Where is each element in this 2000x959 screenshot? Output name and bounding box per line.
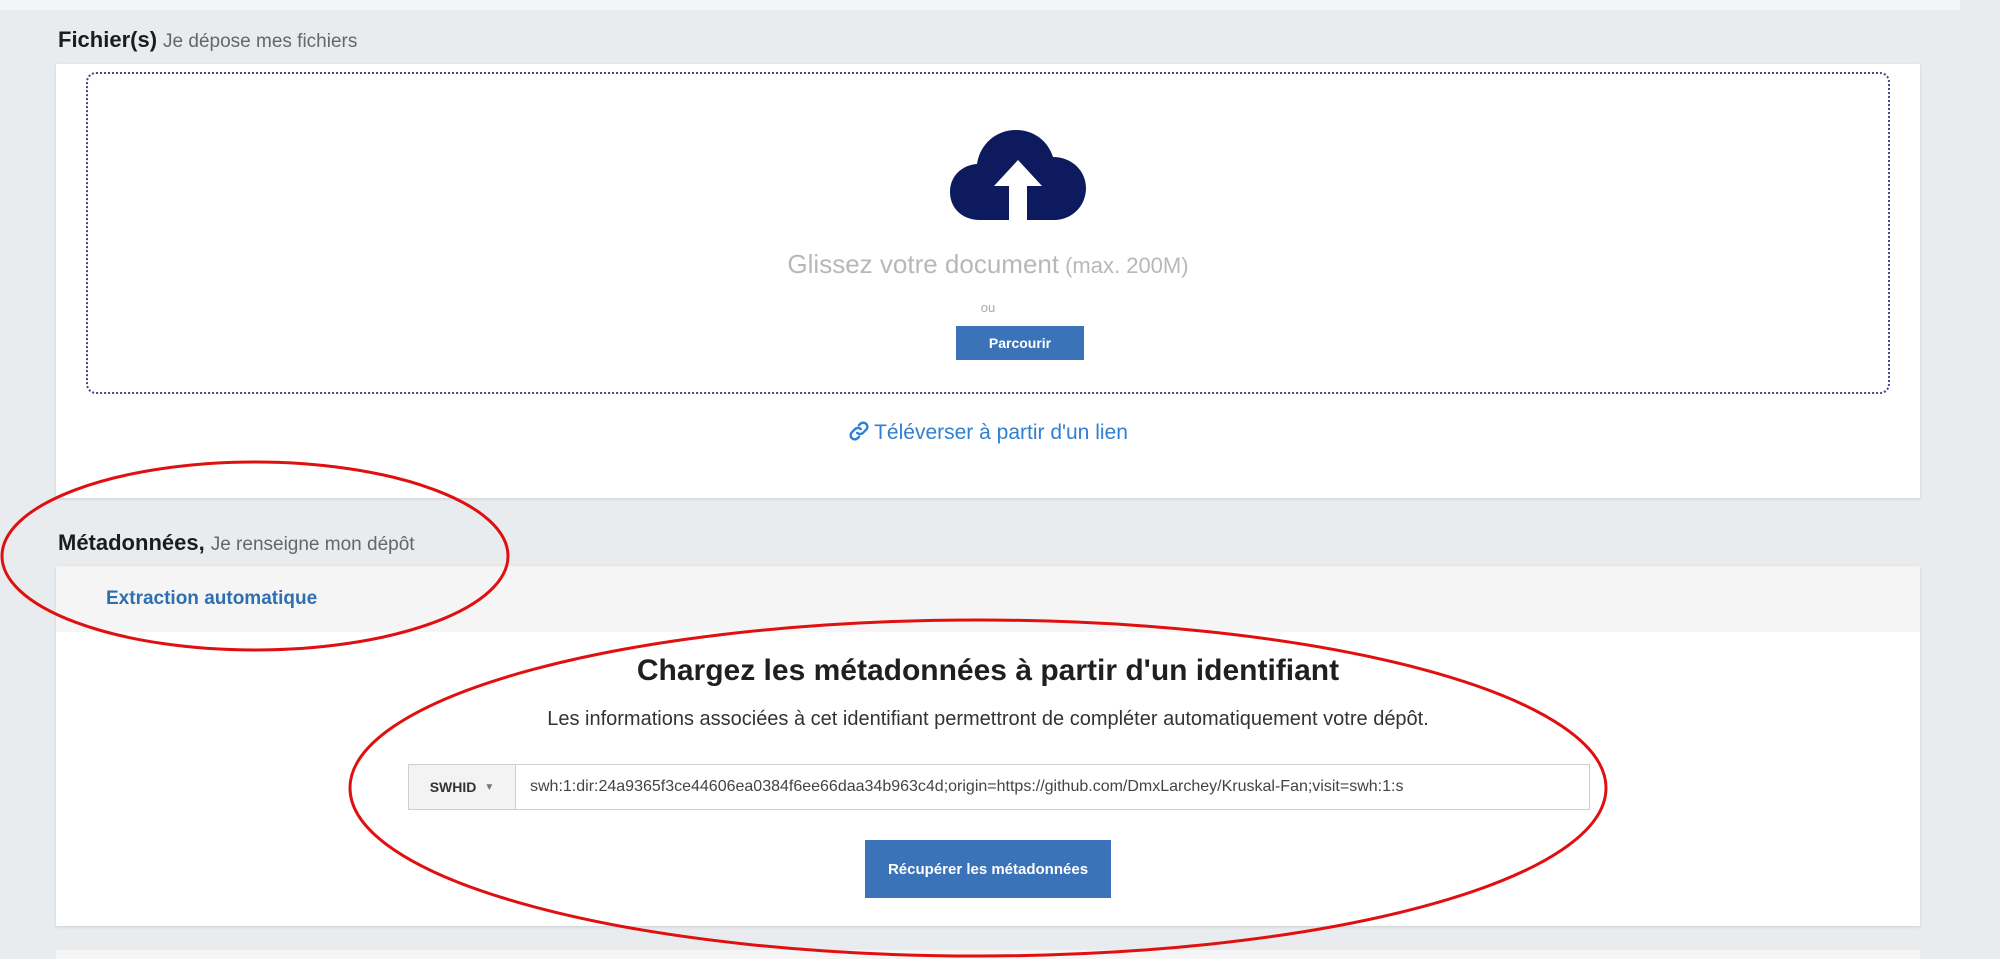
upload-from-link[interactable]: Téléverser à partir d'un lien <box>56 420 1920 445</box>
upload-link-label: Téléverser à partir d'un lien <box>874 421 1128 444</box>
next-card-edge <box>56 950 1920 959</box>
files-title: Fichier(s) <box>58 27 158 52</box>
browse-button[interactable]: Parcourir <box>956 326 1084 360</box>
drop-max-size: (max. 200M) <box>1065 253 1189 278</box>
identifier-input[interactable] <box>516 765 1589 809</box>
link-icon <box>849 421 869 441</box>
files-section-heading: Fichier(s) Je dépose mes fichiers <box>58 27 357 53</box>
metadata-title: Métadonnées, <box>58 530 205 555</box>
metadata-tabbar: Extraction automatique <box>56 566 1920 632</box>
or-separator: ou <box>980 300 996 315</box>
fetch-metadata-button[interactable]: Récupérer les métadonnées <box>865 840 1111 898</box>
metadata-card: Extraction automatique Chargez les métad… <box>56 566 1920 926</box>
file-dropzone[interactable]: Glissez votre document (max. 200M) ou Par… <box>86 72 1890 394</box>
cloud-upload-icon <box>950 130 1086 220</box>
metadata-description: Les informations associées à cet identif… <box>547 708 1429 730</box>
metadata-heading: Chargez les métadonnées à partir d'un id… <box>636 654 1340 687</box>
caret-down-icon: ▼ <box>484 781 495 793</box>
metadata-subtitle: Je renseigne mon dépôt <box>210 534 415 555</box>
identifier-type-dropdown[interactable]: SWHID ▼ <box>409 765 516 809</box>
files-card: Glissez votre document (max. 200M) ou Par… <box>56 64 1920 498</box>
drop-instructions: Glissez votre document (max. 200M) <box>88 249 1888 280</box>
identifier-input-group: SWHID ▼ <box>408 764 1590 810</box>
metadata-section-heading: Métadonnées, Je renseigne mon dépôt <box>58 530 415 556</box>
tab-automatic-extraction[interactable]: Extraction automatique <box>106 588 317 610</box>
top-strip <box>0 0 1960 10</box>
files-subtitle: Je dépose mes fichiers <box>163 31 358 52</box>
identifier-type-label: SWHID <box>429 779 477 795</box>
drop-text: Glissez votre document <box>787 249 1060 279</box>
